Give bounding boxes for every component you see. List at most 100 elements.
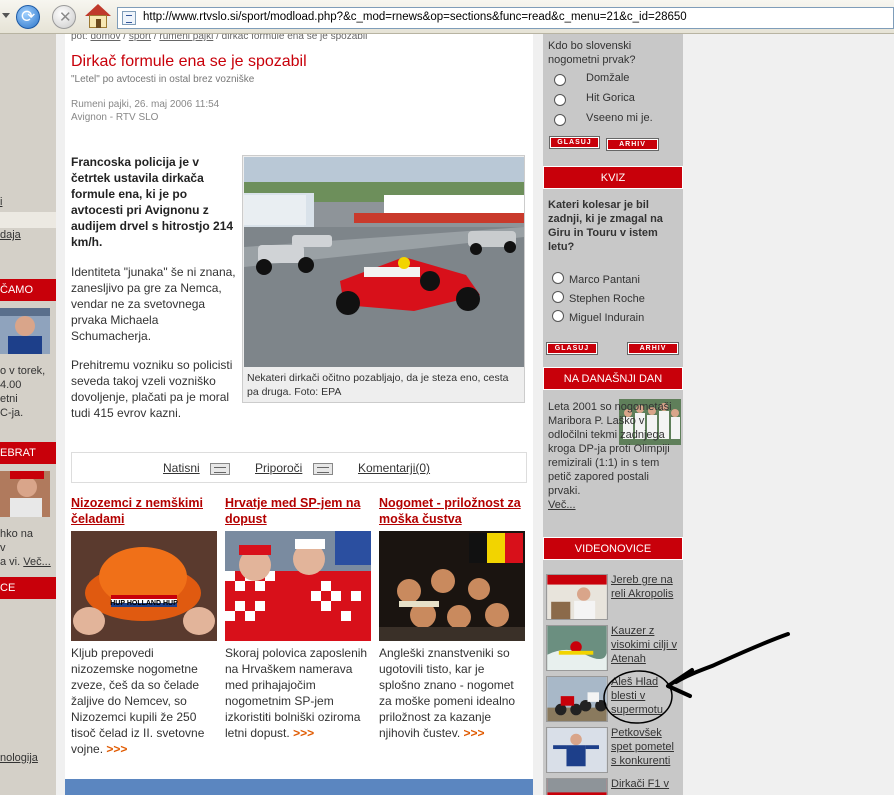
comments-link[interactable]: Komentarji(0): [358, 461, 430, 475]
article-title: Dirkač formule ena se je spozabil: [71, 53, 307, 70]
left-more-link[interactable]: Več...: [23, 556, 51, 568]
recommend-icon[interactable]: [313, 463, 333, 475]
poll-option-label: Hit Gorica: [586, 92, 635, 104]
story-image[interactable]: HUP HOLLAND HUP: [71, 531, 217, 641]
article-photo: [244, 157, 524, 367]
video-thumbnail[interactable]: [546, 574, 608, 620]
article-tools: Natisni Priporoči Komentarji(0): [71, 452, 527, 483]
left-link[interactable]: nologija: [0, 752, 38, 764]
article-location: Avignon - RTV SLO: [71, 112, 159, 123]
photo-caption: Nekateri dirkači očitno pozabljajo, da j…: [247, 372, 509, 398]
story-text: Skoraj polovica zaposlenih na Hrvaškem n…: [225, 645, 373, 741]
recommend-link[interactable]: Priporoči: [255, 461, 302, 475]
left-thumbnail[interactable]: [0, 308, 50, 354]
article-subtitle: "Letel" po avtocesti in ostal brez vozni…: [71, 74, 255, 85]
story-more-link[interactable]: >>>: [464, 726, 485, 740]
left-text-with-link: a vi. Več...: [0, 555, 51, 569]
archive-button[interactable]: ARHIV: [627, 342, 679, 355]
today-description: Leta 2001 so nogometaši Maribora P. Lašk…: [548, 401, 672, 497]
left-column: i daja ČAMO o v torek, 4.00 etni C-ja. E…: [0, 34, 56, 795]
story-image[interactable]: [379, 531, 525, 641]
vote-button[interactable]: GLASUJ: [546, 342, 598, 355]
today-text: Leta 2001 so nogometaši Maribora P. Lašk…: [548, 400, 680, 512]
article-content: pot: domov / šport / rumeni pajki / dirk…: [65, 34, 533, 779]
article-paragraph: Prehitremu vozniku so policisti seveda t…: [71, 358, 233, 420]
quiz-radio[interactable]: [552, 272, 564, 284]
article-lead: Francoska policija je v četrtek ustavila…: [71, 155, 234, 249]
breadcrumb-current: dirkač formule ena se je spozabil: [221, 34, 368, 42]
left-link[interactable]: daja: [0, 229, 21, 241]
story-title-link[interactable]: Hrvatje med SP-jem na dopust: [225, 495, 373, 527]
left-text: v: [0, 542, 6, 554]
poll-question: Kdo bo slovenski nogometni prvak?: [548, 40, 636, 66]
story-title-link[interactable]: Nogomet - priložnost za moška čustva: [379, 495, 527, 527]
left-text: 4.00: [0, 379, 22, 391]
poll-radio[interactable]: [554, 114, 566, 126]
article-date: Rumeni pajki, 26. maj 2006 11:54: [71, 99, 220, 110]
back-dropdown-icon[interactable]: [2, 13, 10, 18]
left-link[interactable]: i: [0, 196, 2, 208]
story-text: Kljub prepovedi nizozemske nogometne zve…: [71, 645, 219, 757]
video-link[interactable]: Dirkači F1 v: [611, 777, 681, 791]
quiz-question: Kateri kolesar je bil zadnji, ki je zmag…: [548, 199, 663, 253]
video-thumbnail[interactable]: [546, 778, 608, 795]
story-title-link[interactable]: Nizozemci z nemškimi čeladami: [71, 495, 219, 527]
video-link[interactable]: Jereb gre na reli Akropolis: [611, 573, 681, 601]
print-link[interactable]: Natisni: [163, 461, 200, 475]
breadcrumb: pot: domov / šport / rumeni pajki / dirk…: [71, 34, 367, 42]
address-bar[interactable]: http://www.rtvslo.si/sport/modload.php?&…: [117, 7, 894, 29]
story-more-link[interactable]: >>>: [106, 742, 127, 756]
story-summary: Kljub prepovedi nizozemske nogometne zve…: [71, 646, 205, 756]
article-photo-box: Nekateri dirkači očitno pozabljajo, da j…: [242, 155, 525, 403]
quiz-option-label: Marco Pantani: [569, 274, 640, 286]
vote-button[interactable]: GLASUJ: [549, 136, 600, 149]
poll-radio[interactable]: [554, 94, 566, 106]
section-header-video: VIDEONOVICE: [543, 537, 683, 560]
quiz-option-label: Stephen Roche: [569, 293, 645, 305]
related-story: Nogomet - priložnost za moška čustva Ang…: [379, 495, 527, 740]
section-header-today: NA DANAŠNJI DAN: [543, 367, 683, 390]
annotation-arrow: [674, 632, 790, 684]
url-text[interactable]: http://www.rtvslo.si/sport/modload.php?&…: [143, 11, 687, 23]
story-image[interactable]: [225, 531, 371, 641]
left-section-header: CE: [0, 577, 56, 599]
left-text: a vi.: [0, 556, 21, 568]
left-highlight-row: [0, 212, 56, 228]
poll-radio[interactable]: [554, 74, 566, 86]
left-text: etni: [0, 393, 18, 405]
related-story: Hrvatje med SP-jem na dopust Skoraj polo…: [225, 495, 373, 740]
main-bottom-bar: [65, 779, 533, 795]
video-thumbnail[interactable]: [546, 676, 608, 722]
left-text: hko na: [0, 528, 34, 540]
story-summary: Angleški znanstveniki so ugotovili tisto…: [379, 646, 516, 740]
print-icon[interactable]: [210, 463, 230, 475]
quiz-option-label: Miguel Indurain: [569, 312, 645, 324]
story-more-link[interactable]: >>>: [293, 726, 314, 740]
poll-option-label: Vseeno mi je.: [586, 112, 653, 124]
quiz-radio[interactable]: [552, 310, 564, 322]
related-story: Nizozemci z nemškimi čeladami HUP HOLLAN…: [71, 495, 219, 756]
page-icon: [122, 11, 136, 25]
video-link[interactable]: Petkovšek spet pometel s konkurenti: [611, 726, 681, 768]
left-thumbnail[interactable]: [0, 471, 50, 517]
annotation-overlay: [603, 632, 790, 724]
breadcrumb-item[interactable]: šport: [129, 34, 151, 42]
quiz-radio[interactable]: [552, 291, 564, 303]
archive-button[interactable]: ARHIV: [606, 138, 659, 151]
refresh-icon[interactable]: ⟳: [16, 5, 40, 29]
left-section-header: EBRAT: [0, 442, 56, 464]
home-icon[interactable]: [85, 4, 111, 30]
stop-icon[interactable]: ✕: [52, 5, 76, 29]
breadcrumb-item[interactable]: rumeni pajki: [159, 34, 213, 42]
video-thumbnail[interactable]: [546, 625, 608, 671]
article-paragraph: Identiteta "junaka" še ni znana, zaneslj…: [71, 265, 236, 343]
poll-option-label: Domžale: [586, 72, 630, 84]
annotation-circle: [603, 670, 673, 724]
helmet-text: HUP HOLLAND HUP: [110, 600, 178, 607]
left-text: C-ja.: [0, 407, 24, 419]
today-more-link[interactable]: Več...: [548, 499, 576, 511]
left-text: o v torek,: [0, 365, 46, 377]
breadcrumb-item[interactable]: domov: [90, 34, 120, 42]
video-thumbnail[interactable]: [546, 727, 608, 773]
left-section-header: ČAMO: [0, 279, 56, 301]
